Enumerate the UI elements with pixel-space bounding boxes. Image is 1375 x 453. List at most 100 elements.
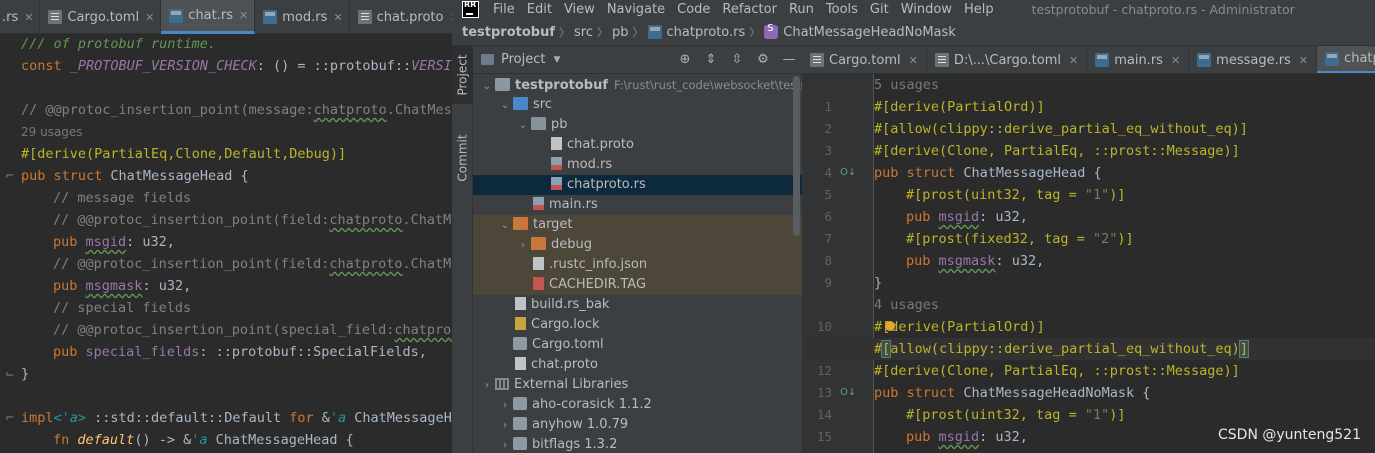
tree-item-pb[interactable]: ⌄ pb [473,115,802,135]
tree-item-chat-proto[interactable]: chat.proto [473,135,802,155]
tab-mod-rs[interactable]: mod.rs ✕ [255,0,350,34]
tree-item-cachedir-tag[interactable]: CACHEDIR.TAG [473,275,802,295]
project-tool-tab[interactable]: Project [452,46,473,104]
hide-icon[interactable]: — [776,46,802,74]
usages-hint[interactable]: 29 usages [21,121,83,143]
gear-icon[interactable]: ⚙ [750,46,776,74]
tree-item-src[interactable]: ⌄ src [473,95,802,115]
tree-item-aho-corasick[interactable]: › aho-corasick 1.1.2 [473,395,802,415]
menu-refactor[interactable]: Refactor [722,2,777,17]
excluded-folder-icon [531,237,546,250]
menu-file[interactable]: File [493,2,515,17]
expand-all-icon[interactable]: ⇕ [698,46,724,74]
chevron-down-icon[interactable]: ⌄ [497,96,513,116]
usages-hint[interactable]: 5 usages [874,74,939,96]
chevron-right-icon[interactable]: › [479,376,495,396]
chevron-down-icon[interactable]: ⌄ [479,77,495,97]
menu-code[interactable]: Code [677,2,710,17]
fold-icon[interactable]: ⌐ [0,169,20,182]
toml-file-icon [810,53,824,67]
editor-gutter[interactable]: 1 2 3 4 O↓ 5 6 7 8 9 10 11 12 13 O↓ 14 1… [802,74,874,453]
left-tab-bar: .rs ✕ Cargo.toml ✕ chat.rs ✕ mod.rs ✕ ch… [0,0,452,34]
rust-file-icon [533,197,544,210]
tree-item-testprotobuf[interactable]: ⌄ testprotobuf F:\rust\rust_code\websocket… [473,75,802,95]
breadcrumb-src[interactable]: src [574,25,593,40]
tab-message-rs[interactable]: message.rs ✕ [1189,46,1318,73]
code-line: #[prost(uint32, tag = "1")] [906,187,1126,203]
tab-chat-rs[interactable]: chat.rs ✕ [161,0,256,34]
excluded-folder-icon [513,217,528,230]
fold-icon[interactable]: ⌐ [0,411,20,424]
menu-help[interactable]: Help [964,2,994,17]
code-line: pub struct ChatMessageHead { [21,168,249,184]
code-line: #[allow(clippy::derive_partial_eq_withou… [874,121,1248,137]
tab-cargo-toml[interactable]: Cargo.toml ✕ [40,0,162,34]
tree-item-mod-rs[interactable]: mod.rs [473,155,802,175]
breadcrumb-struct[interactable]: ChatMessageHeadNoMask [783,25,956,40]
project-view-selector[interactable]: Project [501,52,545,67]
fold-icon[interactable]: ⌙ [0,367,20,380]
tab-rs-partial[interactable]: .rs ✕ [0,0,41,34]
locate-icon[interactable]: ⊕ [672,46,698,74]
menu-edit[interactable]: Edit [527,2,552,17]
menu-window[interactable]: Window [901,2,952,17]
menu-git[interactable]: Git [870,2,889,17]
close-icon[interactable]: ✕ [1171,54,1180,67]
close-icon[interactable]: ✕ [1069,54,1078,67]
tree-item-anyhow[interactable]: › anyhow 1.0.79 [473,415,802,435]
source-folder-icon [513,97,528,110]
tree-item-target[interactable]: ⌄ target [473,215,802,235]
menu-navigate[interactable]: Navigate [607,2,665,17]
tree-item-main-rs[interactable]: main.rs [473,195,802,215]
close-icon[interactable]: ✕ [239,9,248,22]
implemented-traits-icon[interactable]: O↓ [840,167,856,181]
editor-code-area[interactable]: 5 usages #[derive(PartialOrd)] #[allow(c… [802,74,1375,453]
breadcrumb-project[interactable]: testprotobuf [462,25,555,40]
tree-item-external-libraries[interactable]: › External Libraries [473,375,802,395]
tree-item-bitflags[interactable]: › bitflags 1.3.2 [473,435,802,453]
crate-icon [513,417,527,430]
breadcrumb-file[interactable]: chatproto.rs [667,25,746,40]
tab-d-cargo-toml[interactable]: D:\...\Cargo.toml ✕ [927,46,1088,73]
implemented-traits-icon[interactable]: O↓ [840,387,856,401]
tab-chatproto-rs[interactable]: chatproto.rs [1317,46,1375,73]
tab-chat-proto[interactable]: chat.proto ✕ [350,0,452,34]
tab-cargo-toml[interactable]: Cargo.toml ✕ [802,46,927,73]
usages-hint[interactable]: 4 usages [874,294,939,316]
menu-view[interactable]: View [564,2,595,17]
project-scrollbar[interactable] [793,76,800,236]
chevron-down-icon[interactable]: ⌄ [515,116,531,136]
tree-item-rustc-info[interactable]: .rustc_info.json [473,255,802,275]
close-icon[interactable]: ✕ [24,11,33,24]
tree-item-cargo-toml[interactable]: Cargo.toml [473,335,802,355]
code-line: #[derive(Clone, PartialEq, ::prost::Mess… [874,363,1240,379]
lightbulb-icon[interactable] [885,321,895,331]
close-icon[interactable]: ✕ [909,54,918,67]
code-line: impl<'a> ::std::default::Default for &'a… [21,410,452,426]
chevron-right-icon[interactable]: › [497,396,513,416]
close-icon[interactable]: ✕ [333,11,342,24]
tree-item-chat-proto-root[interactable]: chat.proto [473,355,802,375]
commit-tool-tab[interactable]: Commit [452,124,473,192]
code-line: pub msgmask: u32, [53,278,192,294]
left-code-area[interactable]: /// of protobuf runtime. const _PROTOBUF… [0,34,452,453]
close-icon[interactable]: ✕ [145,11,154,24]
menu-run[interactable]: Run [789,2,814,17]
breadcrumb-pb[interactable]: pb [612,25,629,40]
chevron-right-icon[interactable]: › [497,416,513,436]
chevron-right-icon: 〉 [559,26,570,39]
tree-item-chatproto-rs[interactable]: chatproto.rs [473,175,802,195]
project-tree: ⌄ testprotobuf F:\rust\rust_code\websocket… [473,75,802,453]
tab-main-rs[interactable]: main.rs ✕ [1087,46,1190,73]
code-line: } [874,275,883,291]
chevron-down-icon[interactable]: ⌄ [497,216,513,236]
chevron-right-icon[interactable]: › [497,436,513,453]
tree-item-cargo-lock[interactable]: Cargo.lock [473,315,802,335]
close-icon[interactable]: ✕ [1299,54,1308,67]
tree-item-debug[interactable]: › debug [473,235,802,255]
tree-item-build-rs-bak[interactable]: build.rs_bak [473,295,802,315]
collapse-all-icon[interactable]: ⇳ [724,46,750,74]
menu-tools[interactable]: Tools [826,2,858,17]
chevron-down-icon[interactable]: ▼ [553,55,560,65]
chevron-right-icon[interactable]: › [515,236,531,256]
